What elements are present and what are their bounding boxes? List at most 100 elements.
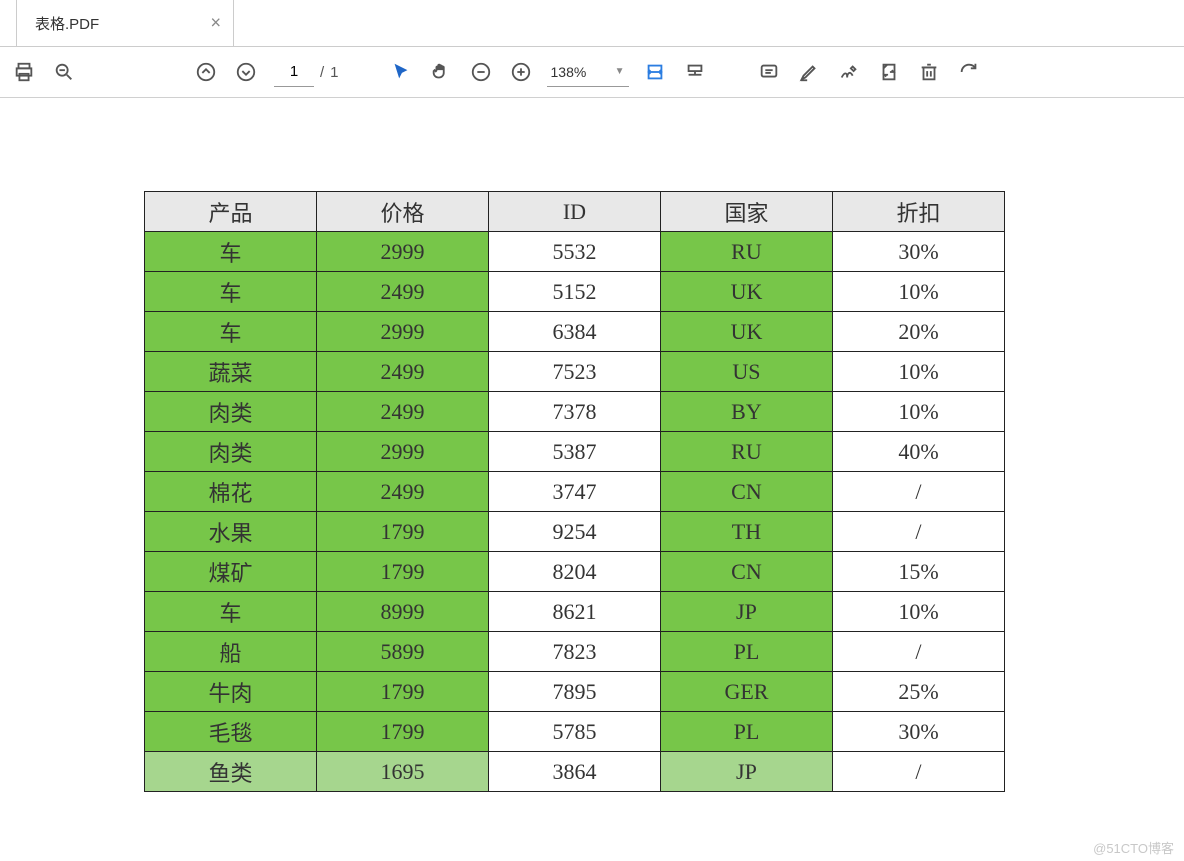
table-cell: 1799: [317, 672, 489, 712]
table-cell: 1695: [317, 752, 489, 792]
table-cell: 1799: [317, 512, 489, 552]
table-cell: 2499: [317, 352, 489, 392]
page-sep: /: [320, 64, 324, 81]
watermark: @51CTO博客: [1093, 838, 1174, 857]
table-cell: 车: [145, 312, 317, 352]
typewriter-icon[interactable]: [675, 52, 715, 92]
table-cell: 7378: [489, 392, 661, 432]
page-indicator: / 1: [274, 58, 339, 87]
refresh-icon[interactable]: [949, 52, 989, 92]
zoom-out-icon[interactable]: [461, 52, 501, 92]
table-header: 折扣: [832, 192, 1004, 232]
table-row: 车29995532RU30%: [145, 232, 1005, 272]
table-cell: 10%: [832, 392, 1004, 432]
table-cell: JP: [660, 752, 832, 792]
hand-tool-icon[interactable]: [421, 52, 461, 92]
table-cell: 牛肉: [145, 672, 317, 712]
table-cell: 3747: [489, 472, 661, 512]
highlight-icon[interactable]: [789, 52, 829, 92]
table-cell: 2499: [317, 272, 489, 312]
table-row: 煤矿17998204CN15%: [145, 552, 1005, 592]
table-cell: RU: [660, 232, 832, 272]
table-cell: 2999: [317, 312, 489, 352]
page-total: 1: [330, 64, 338, 81]
table-row: 蔬菜24997523US10%: [145, 352, 1005, 392]
table-cell: CN: [660, 552, 832, 592]
table-cell: 车: [145, 272, 317, 312]
tab-bar: 表格.PDF ×: [0, 0, 1184, 47]
zoom-out-search-icon[interactable]: [44, 52, 84, 92]
table-cell: 5785: [489, 712, 661, 752]
table-cell: 30%: [832, 232, 1004, 272]
table-row: 毛毯17995785PL30%: [145, 712, 1005, 752]
table-cell: 5899: [317, 632, 489, 672]
table-cell: 1799: [317, 712, 489, 752]
table-row: 肉类29995387RU40%: [145, 432, 1005, 472]
table-cell: 车: [145, 592, 317, 632]
page-up-icon[interactable]: [186, 52, 226, 92]
table-cell: 2499: [317, 472, 489, 512]
table-cell: 车: [145, 232, 317, 272]
table-header: ID: [489, 192, 661, 232]
table-cell: 7523: [489, 352, 661, 392]
table-cell: /: [832, 632, 1004, 672]
table-row: 车29996384UK20%: [145, 312, 1005, 352]
table-cell: 2499: [317, 392, 489, 432]
table-cell: 10%: [832, 272, 1004, 312]
print-icon[interactable]: [4, 52, 44, 92]
close-icon[interactable]: ×: [210, 13, 221, 34]
table-cell: 5152: [489, 272, 661, 312]
table-cell: 棉花: [145, 472, 317, 512]
data-table: 产品价格ID国家折扣 车29995532RU30%车24995152UK10%车…: [144, 191, 1005, 792]
table-cell: BY: [660, 392, 832, 432]
table-cell: 水果: [145, 512, 317, 552]
table-header: 国家: [660, 192, 832, 232]
table-cell: 5532: [489, 232, 661, 272]
table-cell: 8999: [317, 592, 489, 632]
table-cell: 15%: [832, 552, 1004, 592]
table-cell: 1799: [317, 552, 489, 592]
table-cell: 8621: [489, 592, 661, 632]
table-cell: 鱼类: [145, 752, 317, 792]
page-down-icon[interactable]: [226, 52, 266, 92]
table-cell: GER: [660, 672, 832, 712]
delete-icon[interactable]: [909, 52, 949, 92]
table-cell: TH: [660, 512, 832, 552]
fit-width-icon[interactable]: [635, 52, 675, 92]
chevron-down-icon: ▼: [615, 66, 625, 77]
table-header: 产品: [145, 192, 317, 232]
table-cell: 煤矿: [145, 552, 317, 592]
tab-active[interactable]: 表格.PDF ×: [16, 0, 234, 46]
table-cell: 40%: [832, 432, 1004, 472]
table-cell: 10%: [832, 352, 1004, 392]
convert-icon[interactable]: [869, 52, 909, 92]
table-cell: /: [832, 752, 1004, 792]
table-cell: 7895: [489, 672, 661, 712]
select-tool-icon[interactable]: [381, 52, 421, 92]
toolbar: / 1 138% ▼: [0, 47, 1184, 98]
table-cell: JP: [660, 592, 832, 632]
comment-icon[interactable]: [749, 52, 789, 92]
table-row: 船58997823PL/: [145, 632, 1005, 672]
table-cell: 10%: [832, 592, 1004, 632]
table-cell: 2999: [317, 232, 489, 272]
table-cell: 肉类: [145, 392, 317, 432]
table-row: 水果17999254TH/: [145, 512, 1005, 552]
pdf-page: 产品价格ID国家折扣 车29995532RU30%车24995152UK10%车…: [144, 191, 1005, 792]
table-row: 车89998621JP10%: [145, 592, 1005, 632]
table-cell: 2999: [317, 432, 489, 472]
table-cell: PL: [660, 712, 832, 752]
table-cell: /: [832, 472, 1004, 512]
table-cell: 毛毯: [145, 712, 317, 752]
sign-icon[interactable]: [829, 52, 869, 92]
document-area[interactable]: 产品价格ID国家折扣 车29995532RU30%车24995152UK10%车…: [0, 98, 1184, 861]
table-cell: 3864: [489, 752, 661, 792]
page-input[interactable]: [274, 58, 314, 87]
zoom-in-icon[interactable]: [501, 52, 541, 92]
table-cell: 5387: [489, 432, 661, 472]
tab-title: 表格.PDF: [35, 13, 99, 34]
table-cell: 6384: [489, 312, 661, 352]
tab-spacer: [0, 0, 16, 46]
table-cell: US: [660, 352, 832, 392]
zoom-select[interactable]: 138% ▼: [547, 58, 629, 87]
